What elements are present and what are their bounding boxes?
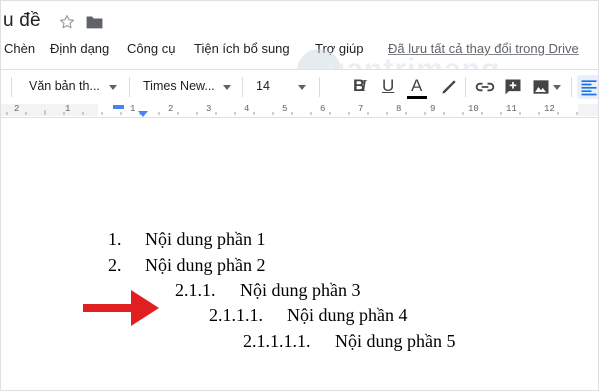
- paragraph-style-select[interactable]: Văn bản th...: [29, 79, 100, 93]
- formatting-toolbar: Văn bản th... Times New... 14 B I U A: [1, 69, 598, 105]
- ruler-number: 10: [468, 104, 479, 114]
- insert-image-icon[interactable]: [529, 75, 553, 99]
- ruler-number: 4: [244, 104, 250, 114]
- list-number: 2.1.1.1.: [209, 305, 263, 325]
- toolbar-separator: [571, 77, 572, 97]
- editor-window: u đề Chèn Định dạng Công cụ Tiện ích bổ …: [0, 0, 599, 391]
- menu-format[interactable]: Định dạng: [50, 41, 109, 56]
- document-title[interactable]: u đề: [3, 10, 41, 32]
- ruler-number: 6: [320, 104, 326, 114]
- list-number: 1.: [108, 229, 122, 249]
- highlighter-icon[interactable]: [437, 75, 461, 99]
- first-line-indent-marker[interactable]: [113, 105, 124, 109]
- list-text: Nội dung phần 2: [145, 255, 266, 275]
- font-size-select[interactable]: 14: [256, 79, 270, 93]
- red-arrow-icon: [83, 290, 159, 326]
- ruler-number: 2: [14, 104, 20, 114]
- menu-addons[interactable]: Tiện ích bổ sung: [194, 41, 290, 56]
- ruler-number: 11: [506, 104, 517, 114]
- chevron-down-icon[interactable]: [298, 85, 306, 90]
- list-text: Nội dung phần 5: [335, 331, 456, 351]
- toolbar-separator: [242, 77, 243, 97]
- ruler-number: 2: [168, 104, 174, 114]
- underline-button[interactable]: U: [382, 76, 394, 96]
- ruler-number: 1: [130, 104, 136, 114]
- list-number: 2.: [108, 255, 122, 275]
- folder-icon[interactable]: [85, 14, 104, 30]
- ruler-number: 12: [544, 104, 555, 114]
- list-text: Nội dung phần 3: [240, 280, 361, 300]
- link-icon[interactable]: [473, 75, 497, 99]
- list-text: Nội dung phần 1: [145, 229, 266, 249]
- add-comment-icon[interactable]: [501, 75, 525, 99]
- ruler-number: 9: [430, 104, 436, 114]
- chevron-down-icon[interactable]: [223, 85, 231, 90]
- ruler-number: 1: [65, 104, 71, 114]
- list-text: Nội dung phần 4: [287, 305, 408, 325]
- italic-button[interactable]: I: [361, 76, 367, 96]
- menu-insert[interactable]: Chèn: [4, 41, 35, 56]
- ruler[interactable]: 2 1 1 2 3 4 5 6 7 8 9 10 11 12: [1, 103, 598, 118]
- menu-tools[interactable]: Công cụ: [127, 41, 175, 56]
- toolbar-separator: [465, 77, 466, 97]
- text-color-bar: [407, 96, 427, 99]
- font-select[interactable]: Times New...: [143, 79, 215, 93]
- ruler-number: 8: [396, 104, 402, 114]
- align-left-icon[interactable]: [577, 75, 598, 99]
- ruler-number: 7: [358, 104, 364, 114]
- text-color-button[interactable]: A: [411, 76, 422, 96]
- list-number: 2.1.1.: [175, 280, 216, 300]
- ruler-number: 3: [206, 104, 212, 114]
- left-indent-marker[interactable]: [138, 111, 148, 117]
- toolbar-separator: [11, 77, 12, 97]
- toolbar-separator: [319, 77, 320, 97]
- ruler-number: 5: [282, 104, 288, 114]
- chevron-down-icon[interactable]: [109, 85, 117, 90]
- star-icon[interactable]: [58, 13, 76, 31]
- toolbar-separator: [129, 77, 130, 97]
- list-number: 2.1.1.1.1.: [243, 331, 311, 351]
- chevron-down-icon[interactable]: [553, 85, 561, 90]
- document-page[interactable]: 1. Nội dung phần 1 2. Nội dung phần 2 2.…: [1, 118, 598, 390]
